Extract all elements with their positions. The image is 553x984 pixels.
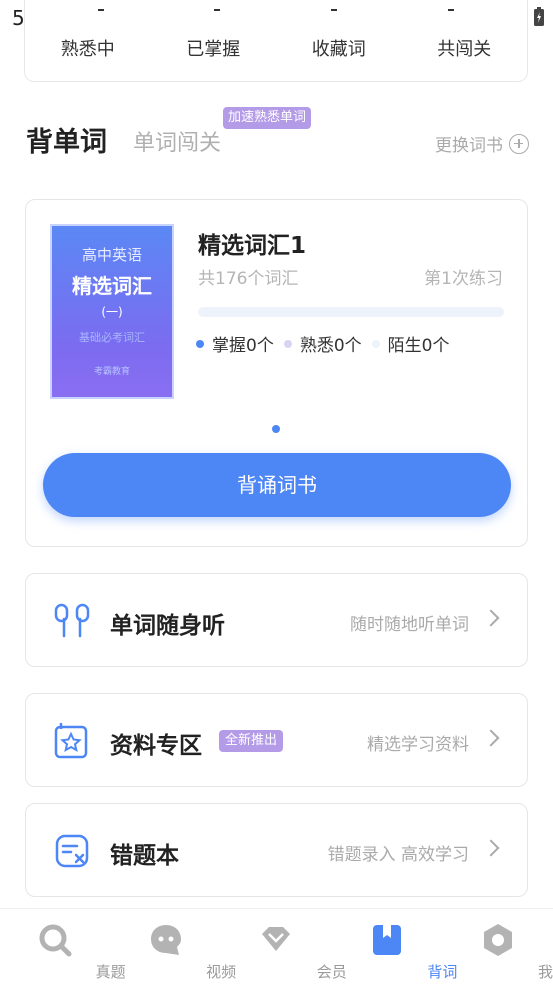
feature-title: 错题本 bbox=[110, 843, 179, 869]
feature-materials[interactable]: 资料专区 全新推出 精选学习资料 bbox=[25, 693, 528, 787]
legend-unfamiliar: 陌生0个 bbox=[371, 331, 450, 356]
battery-icon bbox=[534, 7, 544, 26]
change-book-button[interactable]: 更换词书 bbox=[435, 131, 529, 156]
tab-word-challenge[interactable]: 单词闯关 bbox=[133, 125, 221, 157]
stat-favorites[interactable]: 收藏词 bbox=[276, 35, 402, 61]
book-title: 精选词汇1 bbox=[198, 233, 307, 259]
pager-dot bbox=[272, 425, 280, 433]
star-box-icon bbox=[54, 723, 88, 759]
legend-familiar: 熟悉0个 bbox=[283, 331, 362, 356]
nav-label: 我的 bbox=[537, 963, 553, 981]
cover-description: 基础必考词汇 bbox=[79, 331, 145, 344]
bottom-nav: 真题 视频 会员 背词 我 bbox=[0, 908, 553, 984]
feature-subtitle: 错题录入 高效学习 bbox=[327, 845, 469, 865]
cover-subject: 高中英语 bbox=[81, 246, 142, 264]
earbuds-icon bbox=[54, 603, 90, 638]
stats-value-dash bbox=[448, 9, 454, 11]
book-practice-count: 第1次练习 bbox=[424, 269, 503, 289]
stat-mastered[interactable]: 已掌握 bbox=[151, 35, 277, 61]
feature-title: 单词随身听 bbox=[110, 613, 225, 639]
change-book-label: 更换词书 bbox=[435, 136, 503, 156]
search-icon bbox=[39, 924, 72, 957]
stats-labels: 熟悉中 已掌握 收藏词 共闯关 bbox=[25, 35, 527, 61]
cover-title: 精选词汇 bbox=[72, 274, 152, 298]
feature-subtitle: 随时随地听单词 bbox=[350, 615, 469, 635]
stats-card: 熟悉中 已掌握 收藏词 共闯关 bbox=[24, 0, 528, 82]
stats-value-dash bbox=[214, 9, 220, 11]
stat-familiar[interactable]: 熟悉中 bbox=[25, 35, 151, 61]
feature-word-listening[interactable]: 单词随身听 随时随地听单词 bbox=[25, 573, 528, 667]
hexagon-icon bbox=[483, 924, 512, 956]
plus-circle-icon bbox=[509, 133, 529, 154]
recite-book-button[interactable]: 背诵词书 bbox=[43, 453, 511, 517]
app-screen: 5:48 A 熟悉中 已掌握 收藏词 共闯关 背单词 单词闯关 加速熟悉单词 更… bbox=[0, 0, 553, 984]
legend-unfamiliar-label: 陌生0个 bbox=[387, 336, 450, 356]
chevron-right-icon bbox=[482, 839, 500, 857]
feature-mistake-book[interactable]: 错题本 错题录入 高效学习 bbox=[25, 803, 528, 897]
legend-mastered-label: 掌握0个 bbox=[212, 336, 274, 356]
stat-levels[interactable]: 共闯关 bbox=[402, 35, 528, 61]
progress-legend: 掌握0个 熟悉0个 陌生0个 bbox=[196, 331, 459, 356]
nav-item-exams[interactable]: 真题 bbox=[0, 909, 126, 984]
legend-familiar-label: 熟悉0个 bbox=[299, 336, 362, 356]
book-progress-bar bbox=[198, 307, 504, 317]
chevron-right-icon bbox=[482, 729, 500, 747]
book-word-count: 共176个词汇 bbox=[198, 269, 299, 289]
legend-dot bbox=[196, 339, 204, 348]
legend-mastered: 掌握0个 bbox=[196, 331, 274, 356]
cover-volume: (一) bbox=[101, 305, 123, 319]
tab-badge: 加速熟悉单词 bbox=[223, 107, 312, 129]
book-card: 高中英语 精选词汇 (一) 基础必考词汇 考霸教育 精选词汇1 共176个词汇 … bbox=[25, 199, 528, 547]
nav-item-profile[interactable]: 我的 bbox=[442, 909, 553, 984]
nav-item-vocabulary[interactable]: 背词 bbox=[332, 909, 457, 984]
diamond-icon bbox=[262, 927, 291, 951]
book-icon bbox=[373, 925, 402, 955]
nav-item-video[interactable]: 视频 bbox=[111, 909, 236, 984]
feature-subtitle: 精选学习资料 bbox=[367, 735, 469, 755]
mistake-book-icon bbox=[55, 834, 89, 868]
nav-item-membership[interactable]: 会员 bbox=[221, 909, 347, 984]
chevron-right-icon bbox=[482, 609, 500, 627]
stats-value-dash bbox=[331, 9, 337, 11]
legend-dot bbox=[283, 339, 292, 348]
feature-title: 资料专区 bbox=[110, 733, 202, 759]
stats-value-dash bbox=[98, 9, 104, 11]
book-cover[interactable]: 高中英语 精选词汇 (一) 基础必考词汇 考霸教育 bbox=[50, 224, 174, 399]
cover-publisher: 考霸教育 bbox=[93, 367, 130, 377]
tab-memorize-words[interactable]: 背单词 bbox=[26, 120, 107, 159]
chat-icon bbox=[150, 925, 181, 955]
feature-new-badge: 全新推出 bbox=[219, 730, 284, 752]
legend-dot bbox=[371, 339, 380, 348]
